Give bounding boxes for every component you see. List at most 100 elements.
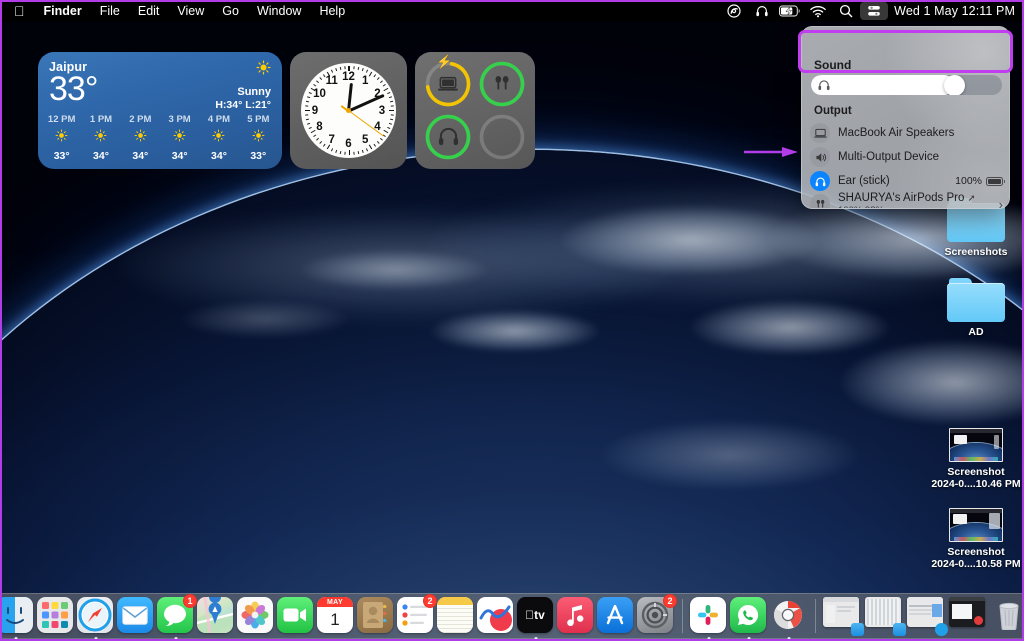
apple-logo-icon[interactable]:  (12, 0, 35, 22)
output-device-airpods-pro[interactable]: SHAURYA's AirPods Pro ➚ 100% 98% › (810, 191, 1003, 209)
running-indicator (787, 637, 791, 640)
running-indicator (94, 637, 98, 640)
dock-item-chrome-canary[interactable] (770, 597, 808, 640)
hourly-temp: 34° (93, 150, 109, 162)
dock-item-music[interactable] (557, 597, 595, 635)
menu-item-view[interactable]: View (168, 0, 213, 22)
sun-icon (82, 129, 120, 147)
desktop-icon-ad[interactable]: AD (930, 278, 1022, 338)
battery-percent-label: 100% (955, 175, 982, 187)
dock-item-apple-tv[interactable]: tv (517, 597, 555, 640)
clock-numeral: 3 (378, 104, 386, 117)
cloud (430, 310, 600, 352)
laptop-icon (810, 123, 830, 143)
airpods-icon (478, 60, 526, 108)
screenshot-thumbnail (949, 428, 1003, 462)
dock-item-messages[interactable]: 1 (157, 594, 197, 640)
airpods-device-info: SHAURYA's AirPods Pro ➚ 100% 98% (838, 192, 999, 208)
airpods-disclosure[interactable]: › (999, 197, 1003, 209)
dock-item-trash[interactable] (991, 597, 1024, 635)
dock-item-maps[interactable] (197, 597, 235, 635)
minimized-window-safari[interactable] (907, 597, 948, 636)
dock-item-safari[interactable] (77, 597, 115, 640)
apple-tv-glyph: tv (525, 608, 545, 622)
dock-item-stocks[interactable] (477, 597, 515, 635)
hourly-temp: 33° (53, 150, 70, 162)
weather-hilo: H:34° L:21° (215, 99, 271, 111)
dock-item-slack[interactable] (690, 597, 728, 640)
menu-item-edit[interactable]: Edit (129, 0, 169, 22)
clock-numeral: 7 (328, 133, 335, 146)
dock-item-finder[interactable] (0, 597, 35, 640)
left-bud-indicator: ➚ (967, 193, 976, 204)
cloud (600, 420, 860, 490)
menu-item-go[interactable]: Go (213, 0, 248, 22)
battery-widget[interactable]: ⚡ (415, 52, 535, 169)
battery-charging-icon[interactable] (776, 0, 804, 22)
sound-control-center-panel: Sound Output MacBook Air Speakers Multi-… (801, 26, 1010, 209)
charging-bolt-icon: ⚡ (436, 54, 453, 70)
running-indicator (707, 637, 711, 640)
minimized-window-finder[interactable] (823, 597, 864, 636)
control-center-icon[interactable] (860, 2, 889, 20)
desktop-icon-label-line2: 2024-0....10.58 PM (931, 558, 1021, 570)
output-device-label: Ear (stick) (838, 175, 890, 187)
hourly-time: 1 PM (89, 114, 113, 125)
menu-item-window[interactable]: Window (248, 0, 310, 22)
dock-item-reminders[interactable]: 2 (397, 594, 437, 635)
search-icon[interactable] (832, 0, 860, 22)
output-device-macbook-air-speakers[interactable]: MacBook Air Speakers (810, 122, 1003, 144)
headphones-icon (424, 113, 472, 161)
clock-widget[interactable]: 12 1 2 3 4 5 6 7 8 9 10 11 (290, 52, 407, 169)
wifi-icon[interactable] (804, 0, 832, 22)
desktop-icon-label-line1: Screenshot (947, 466, 1005, 478)
minimized-app-badge-safari (935, 623, 948, 636)
dock-item-whatsapp[interactable] (730, 597, 768, 640)
hourly-temp: 34° (132, 150, 149, 162)
desktop-icon-screenshot-1058[interactable]: Screenshot 2024-0....10.58 PM (930, 508, 1022, 570)
weather-widget[interactable]: Jaipur 33° Sunny H:34° L:21° 12 PM 33° 1… (38, 52, 282, 169)
weather-condition: Sunny (237, 86, 271, 98)
macbook-battery-ring: ⚡ (424, 55, 472, 108)
dock-item-notes[interactable] (437, 597, 475, 635)
calendar-month: MAY (317, 597, 353, 607)
chevron-right-icon[interactable]: › (999, 197, 1003, 209)
minimized-window-thumbnail (949, 597, 985, 627)
dock-item-photos[interactable] (237, 597, 275, 635)
output-device-ear-stick[interactable]: Ear (stick) 100% (810, 170, 1005, 192)
creative-cloud-icon[interactable] (720, 0, 748, 22)
calendar-day: 1 (330, 610, 340, 629)
sound-panel-title: Sound (814, 58, 852, 72)
clock-face: 12 1 2 3 4 5 6 7 8 9 10 11 (301, 63, 396, 158)
notification-badge: 1 (183, 594, 197, 608)
running-indicator (14, 637, 18, 640)
menu-bar-clock[interactable]: Wed 1 May 12:11 PM (888, 4, 1015, 18)
menu-bar-status-area: Wed 1 May 12:11 PM (720, 0, 1024, 22)
menu-item-file[interactable]: File (91, 0, 129, 22)
clock-numeral: 10 (313, 87, 326, 100)
menu-item-finder[interactable]: Finder (35, 0, 91, 22)
dock-item-contacts[interactable] (357, 597, 395, 635)
volume-slider-fill (811, 75, 955, 95)
cloud (180, 300, 350, 338)
dock-item-system-settings[interactable]: 2 (637, 594, 677, 635)
desktop-screen:  Finder File Edit View Go Window Help (0, 0, 1024, 641)
dock-item-facetime[interactable] (277, 597, 315, 635)
clock-numeral: 12 (342, 71, 355, 83)
menu-item-help[interactable]: Help (310, 0, 354, 22)
headphones-icon[interactable] (748, 0, 776, 22)
volume-slider-knob[interactable] (944, 75, 966, 95)
weather-hourly-forecast: 12 PM 33° 1 PM 34° 2 PM 34° 3 PM 34° 4 P… (38, 114, 282, 162)
dock-item-launchpad[interactable] (37, 597, 75, 635)
desktop-icon-screenshot-1046[interactable]: Screenshot 2024-0....10.46 PM (930, 428, 1022, 490)
minimized-window-screenshot[interactable] (949, 597, 989, 635)
dock-item-calendar[interactable]: MAY 1 (317, 597, 355, 635)
dock-separator (815, 599, 816, 633)
cloud (690, 300, 890, 355)
clock-numeral: 1 (362, 75, 369, 88)
output-device-multi-output[interactable]: Multi-Output Device (810, 146, 1003, 168)
dock-item-mail[interactable] (117, 597, 155, 635)
dock-item-app-store[interactable] (597, 597, 635, 635)
minimized-window-keyboard[interactable] (865, 597, 906, 636)
volume-slider[interactable] (811, 75, 1002, 95)
